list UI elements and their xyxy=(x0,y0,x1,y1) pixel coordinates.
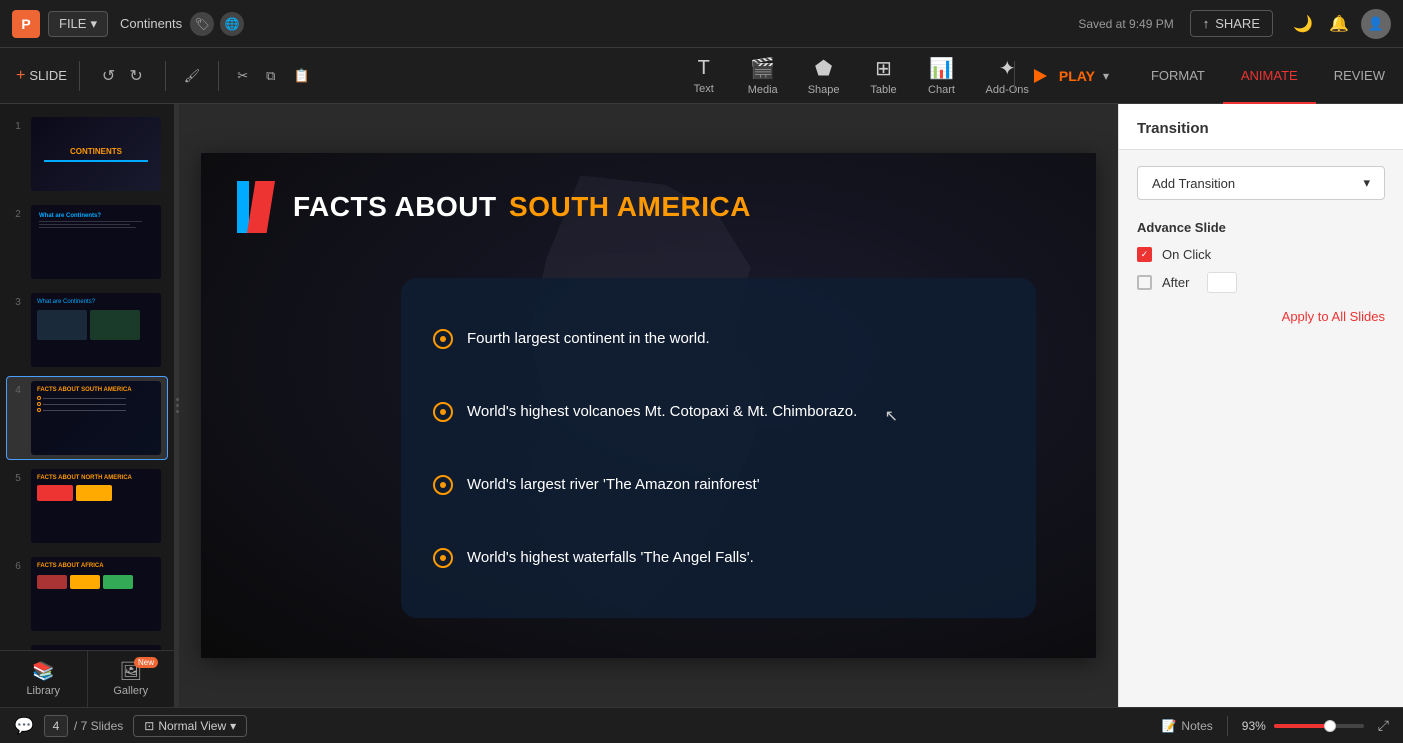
app-logo: P xyxy=(12,10,40,38)
notifications-icon[interactable]: 🔔 xyxy=(1325,10,1353,38)
cut-button[interactable]: ✂ xyxy=(231,64,254,88)
format-paint-button[interactable]: 🖌 xyxy=(178,64,207,88)
add-slide-button[interactable]: + SLIDE xyxy=(16,67,67,85)
tab-format[interactable]: FORMAT xyxy=(1133,48,1223,104)
play-label[interactable]: PLAY xyxy=(1059,68,1095,84)
slide-thumbnail: FACTS ABOUT NORTH AMERICA xyxy=(31,469,161,543)
undo-button[interactable]: ↺ xyxy=(96,62,121,90)
save-status-icon: 🏷 xyxy=(190,12,214,36)
notes-button[interactable]: 📝 Notes xyxy=(1161,719,1212,733)
on-click-checkbox[interactable]: ✓ xyxy=(1137,247,1152,262)
panel-title: Transition xyxy=(1137,120,1385,137)
on-click-label: On Click xyxy=(1162,247,1211,262)
save-status-text: Saved at 9:49 PM xyxy=(1078,17,1173,31)
current-slide-number[interactable]: 4 xyxy=(44,715,68,737)
slide-indicator: 4 / 7 Slides xyxy=(44,715,123,737)
globe-icon[interactable]: 🌐 xyxy=(220,12,244,36)
zoom-level: 93% xyxy=(1242,719,1266,733)
library-button[interactable]: 📚 Library xyxy=(0,651,88,707)
slide-title-orange: SOUTH AMERICA xyxy=(509,191,751,222)
right-panel: Transition Add Transition ▾ Advance Slid… xyxy=(1118,104,1403,707)
document-title: Continents xyxy=(120,16,182,31)
fact-text: World's highest waterfalls 'The Angel Fa… xyxy=(467,549,754,566)
chat-icon[interactable]: 💬 xyxy=(14,716,34,736)
after-row: After xyxy=(1137,272,1385,293)
chart-tool[interactable]: 📊 Chart xyxy=(914,50,970,102)
tab-animate[interactable]: ANIMATE xyxy=(1223,48,1316,104)
right-panel-header: Transition xyxy=(1119,104,1403,150)
slide-item[interactable]: 5 FACTS ABOUT NORTH AMERICA xyxy=(6,464,168,548)
fact-bullet xyxy=(433,402,453,422)
slide-content: FACTS ABOUT SOUTH AMERICA Fourth largest… xyxy=(201,153,1096,658)
redo-button[interactable]: ↻ xyxy=(123,62,148,90)
view-selector[interactable]: ⊡ Normal View ▾ xyxy=(133,715,247,737)
play-button[interactable] xyxy=(1027,62,1055,90)
theme-toggle-icon[interactable]: 🌙 xyxy=(1289,10,1317,38)
slide-list: 1 CONTINENTS 2 What are Continents? 3 xyxy=(0,104,174,650)
slide-thumbnail-active: FACTS ABOUT SOUTH AMERICA xyxy=(31,381,161,455)
share-button[interactable]: ↑ SHARE xyxy=(1190,10,1273,37)
play-dropdown-icon[interactable]: ▾ xyxy=(1099,67,1113,85)
fact-text: World's highest volcanoes Mt. Cotopaxi &… xyxy=(467,403,857,420)
slide-item[interactable]: 6 FACTS ABOUT AFRICA xyxy=(6,552,168,636)
gallery-button[interactable]: New 🖼 Gallery xyxy=(88,651,175,707)
on-click-row: ✓ On Click xyxy=(1137,247,1385,262)
fullscreen-button[interactable]: ⤢ xyxy=(1378,717,1389,734)
top-bar: P FILE ▾ Continents 🏷 🌐 Saved at 9:49 PM… xyxy=(0,0,1403,48)
user-avatar[interactable]: 👤 xyxy=(1361,9,1391,39)
panel-bottom: 📚 Library New 🖼 Gallery xyxy=(0,650,174,707)
slide-panel: 1 CONTINENTS 2 What are Continents? 3 xyxy=(0,104,175,707)
accent-bar-blue xyxy=(237,181,249,233)
fact-bullet xyxy=(433,475,453,495)
slide-item[interactable]: 1 CONTINENTS xyxy=(6,112,168,196)
slide-total-label: / 7 Slides xyxy=(74,719,123,733)
slide-item[interactable]: 2 What are Continents? xyxy=(6,200,168,284)
copy-button[interactable]: ⧉ xyxy=(260,64,281,88)
right-panel-body: Add Transition ▾ Advance Slide ✓ On Clic… xyxy=(1119,150,1403,707)
add-transition-button[interactable]: Add Transition ▾ xyxy=(1137,166,1385,200)
right-tab-group: FORMAT ANIMATE REVIEW xyxy=(1133,48,1403,104)
main-area: 1 CONTINENTS 2 What are Continents? 3 xyxy=(0,104,1403,707)
fact-item-2: World's highest volcanoes Mt. Cotopaxi &… xyxy=(433,402,1004,422)
canvas-area: FACTS ABOUT SOUTH AMERICA Fourth largest… xyxy=(179,104,1118,707)
slide-item[interactable]: 3 What are Continents? xyxy=(6,288,168,372)
slide-thumbnail: FACTS ABOUT AFRICA xyxy=(31,557,161,631)
slide-thumbnail: FACTS ABOUT EUROPE xyxy=(31,645,161,650)
tool-group: T Text 🎬 Media ⬟ Shape ⊞ Table 📊 Chart ✦… xyxy=(676,50,1043,102)
fact-bullet xyxy=(433,548,453,568)
fact-text: Fourth largest continent in the world. xyxy=(467,330,710,347)
media-tool[interactable]: 🎬 Media xyxy=(734,50,792,102)
bottom-bar: 💬 4 / 7 Slides ⊡ Normal View ▾ 📝 Notes 9… xyxy=(0,707,1403,743)
fact-item-4: World's highest waterfalls 'The Angel Fa… xyxy=(433,548,1004,568)
fact-bullet xyxy=(433,329,453,349)
slide-item-active[interactable]: 4 FACTS ABOUT SOUTH AMERICA xyxy=(6,376,168,460)
advance-slide-section-title: Advance Slide xyxy=(1137,220,1385,235)
slide-title-white: FACTS ABOUT xyxy=(293,191,497,222)
after-label: After xyxy=(1162,275,1189,290)
fact-item-3: World's largest river 'The Amazon rainfo… xyxy=(433,475,1004,495)
accent-bar-red xyxy=(247,181,275,233)
paste-button[interactable]: 📋 xyxy=(287,64,315,88)
tab-review[interactable]: REVIEW xyxy=(1316,48,1403,104)
apply-to-all-link[interactable]: Apply to All Slides xyxy=(1137,309,1385,324)
fact-item-1: Fourth largest continent in the world. xyxy=(433,329,1004,349)
zoom-slider[interactable] xyxy=(1274,724,1364,728)
slide-thumbnail: CONTINENTS xyxy=(31,117,161,191)
after-checkbox[interactable] xyxy=(1137,275,1152,290)
shape-tool[interactable]: ⬟ Shape xyxy=(794,50,854,102)
fact-box: Fourth largest continent in the world. W… xyxy=(401,278,1036,618)
file-menu-button[interactable]: FILE ▾ xyxy=(48,11,108,37)
text-tool[interactable]: T Text xyxy=(676,51,732,101)
toolbar: + SLIDE ↺ ↻ 🖌 ✂ ⧉ 📋 T Text 🎬 Media ⬟ Sha… xyxy=(0,48,1403,104)
after-value-input[interactable] xyxy=(1207,272,1237,293)
fact-text: World's largest river 'The Amazon rainfo… xyxy=(467,476,760,493)
slide-canvas[interactable]: FACTS ABOUT SOUTH AMERICA Fourth largest… xyxy=(201,153,1096,658)
zoom-area: 📝 Notes 93% ⤢ xyxy=(1161,716,1389,736)
table-tool[interactable]: ⊞ Table xyxy=(856,50,912,102)
slide-thumbnail: What are Continents? xyxy=(31,205,161,279)
slide-thumbnail: What are Continents? xyxy=(31,293,161,367)
play-controls: PLAY ▾ xyxy=(1008,61,1113,91)
slide-item[interactable]: 7 FACTS ABOUT EUROPE xyxy=(6,640,168,650)
